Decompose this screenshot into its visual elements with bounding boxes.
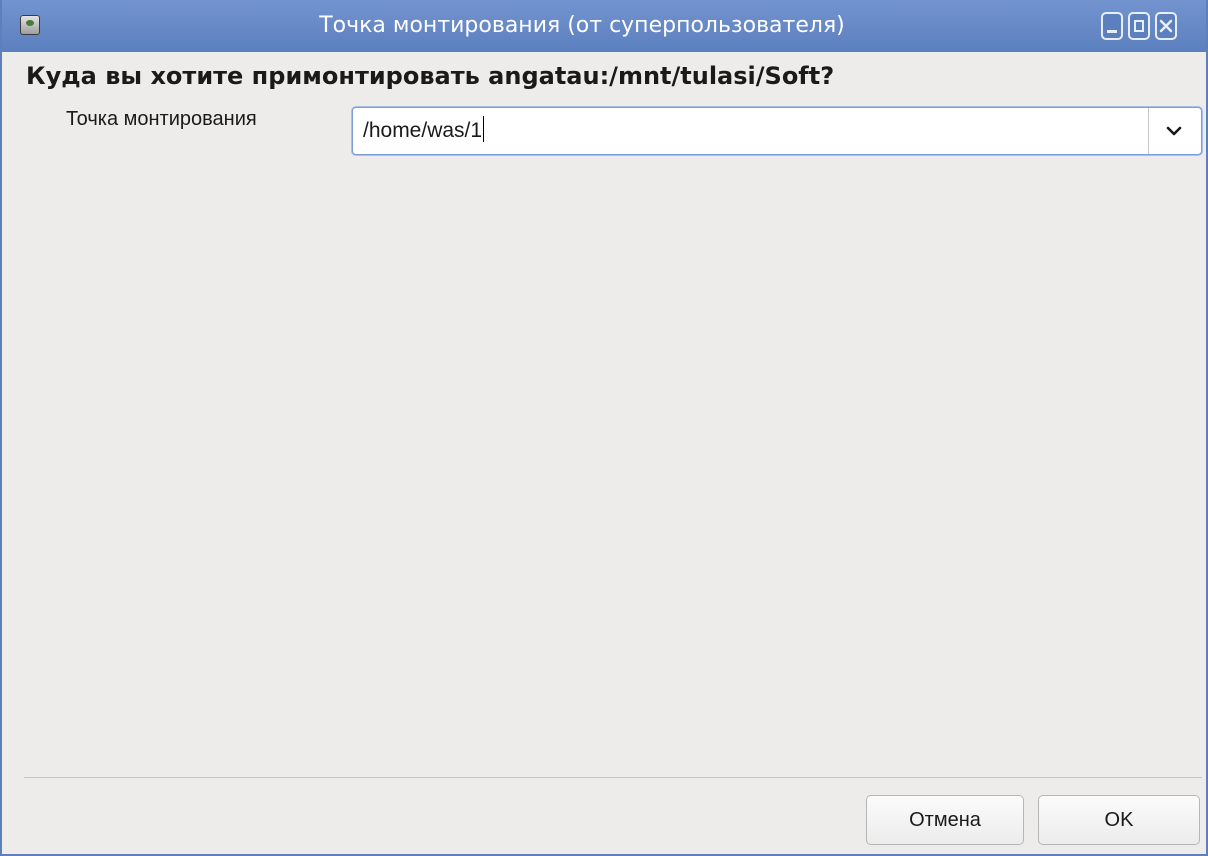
close-icon [1159, 19, 1173, 33]
ok-button[interactable]: OK [1038, 795, 1200, 845]
dialog-window: Точка монтирования (от суперпользователя… [0, 0, 1208, 856]
window-title: Точка монтирования (от суперпользователя… [319, 13, 845, 38]
mount-point-combobox[interactable]: /home/was/1 [352, 107, 1202, 155]
chevron-down-icon [1166, 126, 1182, 136]
title-bar[interactable]: Точка монтирования (от суперпользователя… [2, 0, 1206, 52]
maximize-button[interactable] [1128, 12, 1150, 40]
cancel-button[interactable]: Отмена [866, 795, 1024, 845]
dialog-heading: Куда вы хотите примонтировать angatau:/m… [26, 62, 835, 90]
text-cursor [483, 116, 485, 142]
mount-point-input[interactable]: /home/was/1 [353, 108, 1148, 154]
button-separator [24, 777, 1202, 778]
close-button[interactable] [1155, 12, 1177, 40]
minimize-button[interactable] [1101, 12, 1123, 40]
mount-point-value: /home/was/1 [363, 119, 483, 142]
dropdown-button[interactable] [1149, 108, 1201, 154]
mount-point-label: Точка монтирования [66, 108, 257, 130]
